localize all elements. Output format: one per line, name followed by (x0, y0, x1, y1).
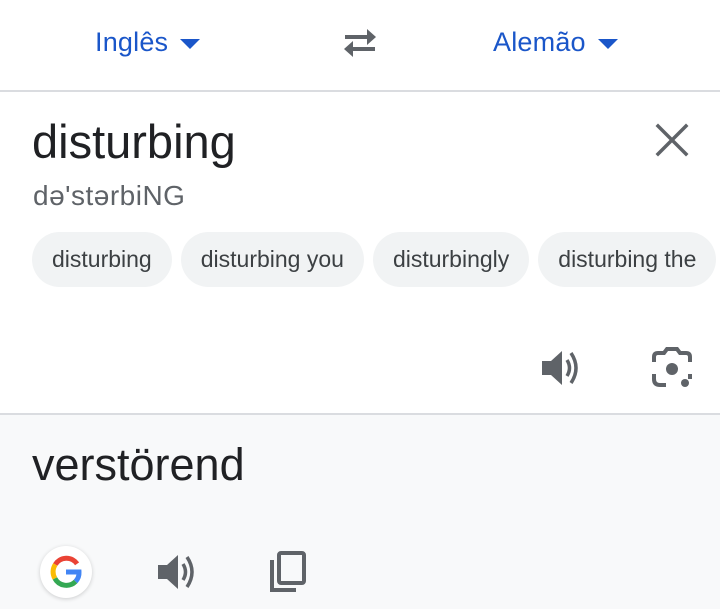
speaker-icon (158, 555, 194, 589)
suggestion-chip[interactable]: disturbing the (538, 232, 717, 287)
camera-lens-icon (652, 347, 692, 387)
translation-text: verstörend (32, 439, 245, 490)
listen-translation-button[interactable] (148, 544, 204, 600)
copy-button[interactable] (260, 544, 316, 600)
source-text-input[interactable]: disturbing (32, 114, 236, 169)
swap-icon (344, 29, 376, 57)
source-language-label: Inglês (95, 26, 169, 57)
clear-button[interactable] (648, 116, 696, 164)
caret-down-icon (597, 39, 618, 49)
language-bar: Inglês Alemão (0, 0, 720, 92)
close-icon (655, 123, 689, 157)
suggestion-chips: disturbing disturbing you disturbingly d… (32, 232, 717, 287)
swap-languages-button[interactable] (336, 22, 384, 64)
source-language-selector[interactable]: Inglês (95, 24, 201, 60)
target-language-label: Alemão (493, 26, 586, 57)
target-language-selector[interactable]: Alemão (493, 24, 618, 60)
speaker-icon (542, 351, 578, 385)
listen-source-button[interactable] (532, 340, 588, 396)
suggestion-chip[interactable]: disturbing (32, 232, 172, 287)
google-logo-button[interactable] (40, 546, 92, 598)
suggestion-chip[interactable]: disturbingly (372, 232, 530, 287)
suggestion-chip[interactable]: disturbing you (180, 232, 364, 287)
copy-icon (270, 551, 306, 592)
google-logo (50, 555, 82, 588)
phonetic-transcription: də'stərbiNG (33, 180, 186, 211)
caret-down-icon (180, 39, 201, 49)
camera-button[interactable] (644, 340, 700, 396)
source-panel: disturbing də'stərbiNG disturbing distur… (0, 92, 720, 414)
result-panel: verstörend (0, 415, 720, 609)
